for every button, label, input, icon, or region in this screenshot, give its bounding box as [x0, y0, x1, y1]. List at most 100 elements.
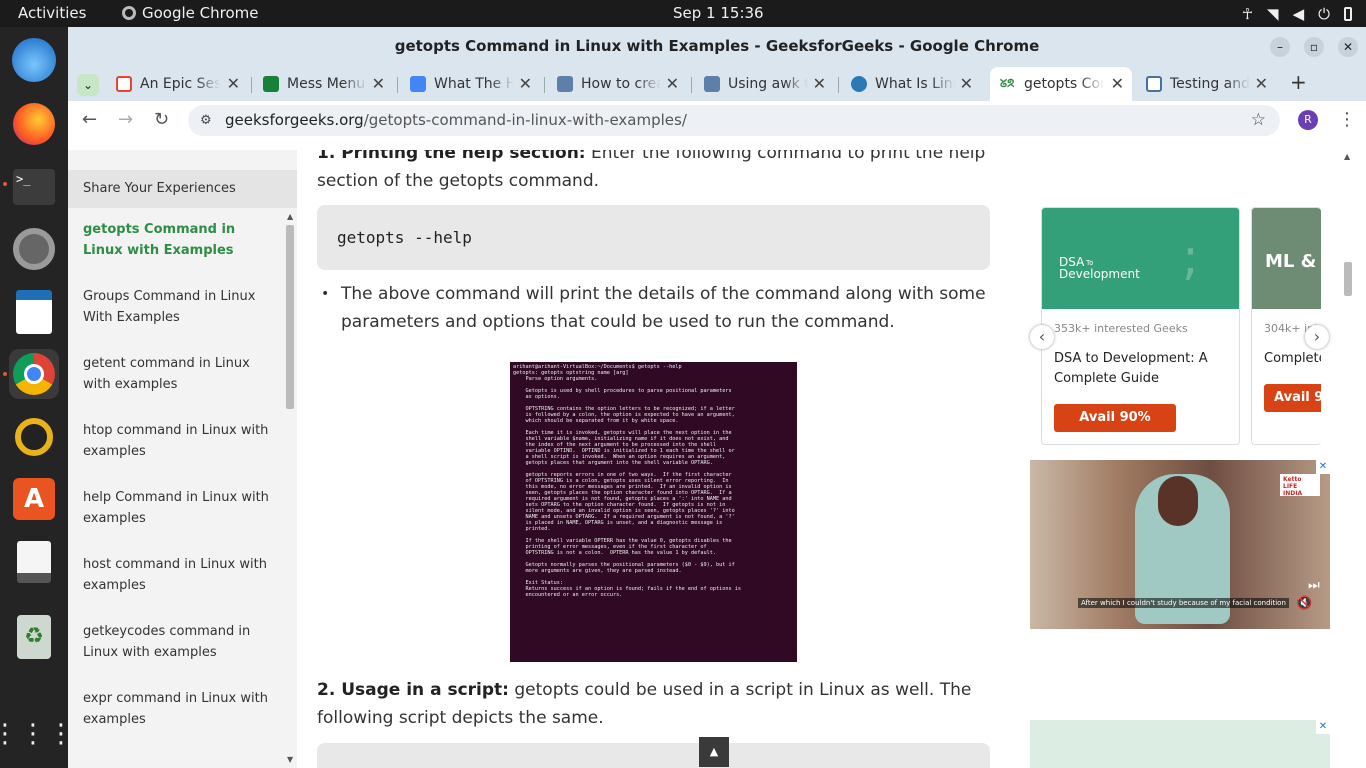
- tab-8[interactable]: Testing and ✕: [1136, 67, 1276, 101]
- sidebar-item-host[interactable]: host command in Linux with examples: [83, 554, 278, 596]
- app-name: Google Chrome: [142, 4, 259, 22]
- chrome-menu-icon[interactable]: ⋮: [1338, 109, 1356, 130]
- clock[interactable]: Sep 1 15:36: [673, 4, 764, 22]
- page-scrollbar[interactable]: ▲: [1342, 150, 1354, 768]
- app-menu[interactable]: Google Chrome: [122, 4, 259, 22]
- code-block-help[interactable]: getopts --help: [317, 205, 990, 270]
- sidebar-item-groups[interactable]: Groups Command in Linux With Examples: [83, 286, 278, 328]
- tab-4[interactable]: How to crea ✕: [547, 67, 687, 101]
- web-page: Share Your Experiences getopts Command i…: [68, 150, 1354, 768]
- video-caption: After which I couldn't study because of …: [1078, 598, 1289, 608]
- mute-icon[interactable]: 🔇: [1296, 596, 1312, 611]
- text-editor-icon[interactable]: [9, 537, 59, 587]
- share-experiences-link[interactable]: Share Your Experiences: [68, 170, 297, 208]
- tab-1[interactable]: An Epic Ses ✕: [106, 67, 248, 101]
- close-tab-icon[interactable]: ✕: [666, 74, 679, 93]
- browser-icon: [1146, 76, 1162, 92]
- wifi-icon: ◥: [1267, 5, 1279, 23]
- tab-7-active[interactable]: ᘜᘝ getopts Cor ✕: [990, 67, 1132, 101]
- maximize-button[interactable]: ▫: [1304, 37, 1324, 57]
- section-1-text: 1. Printing the help section: Enter the …: [317, 150, 1007, 195]
- scroll-up-icon[interactable]: ▲: [287, 212, 293, 221]
- scroll-down-icon[interactable]: ▼: [287, 755, 293, 764]
- sidebar-item-getopts[interactable]: getopts Command in Linux with Examples: [83, 219, 278, 261]
- close-tab-icon[interactable]: ✕: [227, 74, 240, 93]
- rhythmbox-icon[interactable]: [9, 412, 59, 462]
- sidebar-scroll-thumb[interactable]: [286, 225, 294, 409]
- bookmark-star-icon[interactable]: ☆: [1251, 105, 1266, 136]
- writer-icon[interactable]: [9, 287, 59, 337]
- software-center-icon[interactable]: A: [9, 474, 59, 524]
- terminal-icon[interactable]: >_: [9, 162, 59, 212]
- tab-2[interactable]: Mess Menu ✕: [253, 67, 393, 101]
- minimize-button[interactable]: –: [1270, 37, 1290, 57]
- sidebar-item-expr[interactable]: expr command in Linux with examples: [83, 688, 278, 730]
- skip-icon[interactable]: ⏭: [1308, 578, 1320, 593]
- ad-brand-logo: Ketto LIFE INDIA: [1280, 474, 1320, 497]
- video-ad[interactable]: Ketto LIFE INDIA ✕ After which I couldn't…: [1030, 460, 1330, 629]
- sheets-icon: [263, 76, 279, 92]
- sidebar-item-getkeycodes[interactable]: getkeycodes command in Linux with exampl…: [83, 621, 278, 663]
- course-title[interactable]: DSA to Development: A Complete Guide: [1054, 349, 1219, 389]
- ad-column: DSA To Development ; 353k+ interested Ge…: [1030, 150, 1330, 768]
- terminal-line: encountered or an error occurs.: [513, 592, 623, 598]
- reload-button[interactable]: ↻: [154, 109, 169, 130]
- profile-icon: [557, 76, 573, 92]
- semicolon-graphic: ;: [1182, 228, 1199, 286]
- scroll-to-top-button[interactable]: ▲: [699, 737, 729, 767]
- scroll-up-icon[interactable]: ▲: [1344, 152, 1350, 161]
- app-grid-icon[interactable]: ⋮⋮⋮: [0, 709, 74, 759]
- course-title[interactable]: Complete Data Scie: [1264, 349, 1321, 369]
- site-info-icon[interactable]: ⚙: [200, 105, 212, 136]
- tab-6[interactable]: What Is Linu ✕: [841, 67, 981, 101]
- close-tab-icon[interactable]: ✕: [1255, 74, 1268, 93]
- course-banner-ml: ML & D: [1252, 208, 1321, 309]
- new-tab-button[interactable]: +: [1290, 70, 1307, 94]
- close-window-button[interactable]: ✕: [1338, 37, 1358, 57]
- trash-icon[interactable]: ♻: [9, 612, 59, 662]
- avail-refund-button[interactable]: Avail 90% Refund: [1054, 404, 1176, 444]
- settings-icon[interactable]: [9, 224, 59, 274]
- ad-close-icon[interactable]: ✕: [1316, 460, 1330, 474]
- profile-avatar[interactable]: R: [1298, 110, 1318, 130]
- course-card-dsa[interactable]: DSA To Development ; 353k+ interested Ge…: [1041, 207, 1240, 445]
- tab-strip: ⌄ An Epic Ses ✕ Mess Menu ✕ What The H ✕ Ho…: [68, 65, 1366, 101]
- window-title: getopts Command in Linux with Examples -…: [394, 37, 1040, 55]
- tab-3[interactable]: What The H ✕: [400, 67, 540, 101]
- bottom-ad[interactable]: ✕: [1030, 720, 1330, 768]
- carousel-prev-button[interactable]: ‹: [1030, 325, 1054, 349]
- code-block-script[interactable]: [317, 743, 990, 768]
- avail-refund-button[interactable]: Avail 90: [1264, 384, 1321, 412]
- sidebar-item-getent[interactable]: getent command in Linux with examples: [83, 353, 278, 395]
- section-2-heading: 2. Usage in a script:: [317, 680, 509, 700]
- activities-button[interactable]: Activities: [18, 4, 86, 22]
- ad-close-icon[interactable]: ✕: [1316, 720, 1330, 734]
- back-button[interactable]: ←: [82, 109, 97, 130]
- url-path: /getopts-command-in-linux-with-examples/: [363, 111, 687, 129]
- forward-button[interactable]: →: [118, 109, 133, 130]
- firefox-icon[interactable]: [9, 99, 59, 149]
- address-bar[interactable]: ⚙ geeksforgeeks.org/getopts-command-in-l…: [188, 105, 1280, 136]
- tab-5[interactable]: Using awk t ✕: [694, 67, 834, 101]
- close-tab-icon[interactable]: ✕: [960, 74, 973, 93]
- bullet-item: • The above command will print the detai…: [321, 280, 1001, 336]
- system-tray[interactable]: ☥ ◥ ◀ ⏻: [1242, 5, 1352, 23]
- close-tab-icon[interactable]: ✕: [1111, 74, 1124, 93]
- chrome-dock-icon[interactable]: [9, 349, 59, 399]
- page-scroll-thumb[interactable]: [1344, 262, 1352, 296]
- tab-search-button[interactable]: ⌄: [77, 74, 99, 96]
- close-tab-icon[interactable]: ✕: [519, 74, 532, 93]
- sidebar-item-help[interactable]: help Command in Linux with examples: [83, 487, 278, 529]
- carousel-next-button[interactable]: ›: [1305, 325, 1329, 349]
- course-banner-dsa: DSA To Development ;: [1042, 208, 1239, 309]
- close-tab-icon[interactable]: ✕: [372, 74, 385, 93]
- close-tab-icon[interactable]: ✕: [813, 74, 826, 93]
- browser-toolbar: ← → ↻ ⚙ geeksforgeeks.org/getopts-comman…: [68, 101, 1366, 139]
- url-domain: geeksforgeeks.org: [225, 111, 364, 129]
- sidebar-item-htop[interactable]: htop command in Linux with examples: [83, 420, 278, 462]
- window-titlebar: getopts Command in Linux with Examples -…: [68, 27, 1366, 65]
- battery-icon: [1344, 7, 1352, 21]
- system-top-bar: Activities Google Chrome Sep 1 15:36 ☥ ◥…: [0, 0, 1366, 27]
- section-2-text: 2. Usage in a script: getopts could be u…: [317, 680, 972, 728]
- thunderbird-icon[interactable]: [9, 35, 59, 85]
